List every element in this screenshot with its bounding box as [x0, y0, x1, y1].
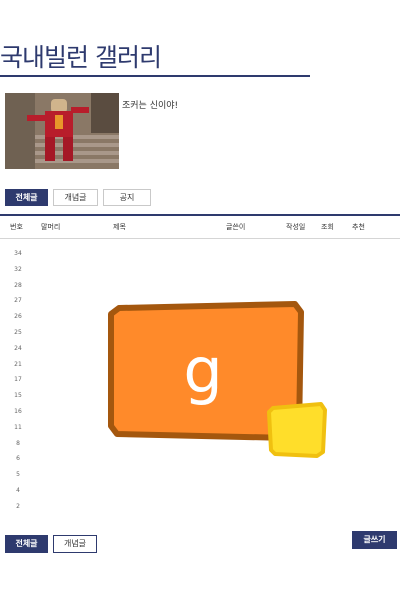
- column-header-subject-prefix: 말머리: [41, 223, 61, 231]
- post-row-number: 34: [14, 250, 22, 257]
- bottom-all-posts-button[interactable]: 전체글: [5, 535, 48, 553]
- bottom-concept-posts-button[interactable]: 개념글: [53, 535, 97, 553]
- gallery-intro-text: 조커는 신이야!: [122, 101, 179, 111]
- post-row-number: 11: [14, 423, 22, 431]
- column-header-recommend: 추천: [352, 223, 365, 231]
- column-header-date: 작성일: [286, 223, 306, 231]
- post-row-number: 4: [16, 486, 20, 494]
- post-row-number: 24: [14, 344, 22, 352]
- post-row-number: 5: [16, 471, 20, 479]
- column-header-views: 조회: [321, 223, 334, 231]
- post-row-number: 27: [14, 297, 22, 305]
- tab-all-posts[interactable]: 전체글: [5, 189, 48, 206]
- post-row-number: 25: [14, 328, 22, 336]
- gallery-title: 국내빌런 갤러리: [0, 43, 162, 72]
- post-row-number: 32: [14, 265, 22, 273]
- column-header-title: 제목: [113, 223, 126, 231]
- gallery-logo: g: [107, 300, 327, 460]
- column-header-writer: 글쓴이: [226, 223, 246, 231]
- post-row-number: 8: [16, 439, 20, 447]
- tab-notice[interactable]: 공지: [103, 189, 151, 206]
- post-row-number: 21: [14, 360, 22, 368]
- post-row-number: 28: [14, 281, 22, 289]
- tab-concept-posts[interactable]: 개념글: [53, 189, 98, 206]
- post-row-number: 17: [14, 376, 22, 384]
- post-row-number: 16: [14, 407, 22, 415]
- column-header-number: 번호: [10, 223, 23, 231]
- gallery-intro-image: [5, 93, 119, 169]
- post-number-column: 34 32 28 27 26 25 24 21 17 15 16 11 8 6 …: [0, 246, 36, 515]
- logo-letter: g: [183, 334, 222, 407]
- title-divider: [0, 75, 310, 77]
- post-row-number: 6: [16, 455, 20, 463]
- post-row-number: 15: [14, 392, 22, 400]
- post-row-number: 26: [14, 313, 22, 321]
- write-post-button[interactable]: 글쓰기: [352, 531, 397, 549]
- post-table-header: 번호 말머리 제목 글쓴이 작성일 조회 추천: [0, 216, 400, 239]
- post-row-number: 2: [16, 502, 20, 510]
